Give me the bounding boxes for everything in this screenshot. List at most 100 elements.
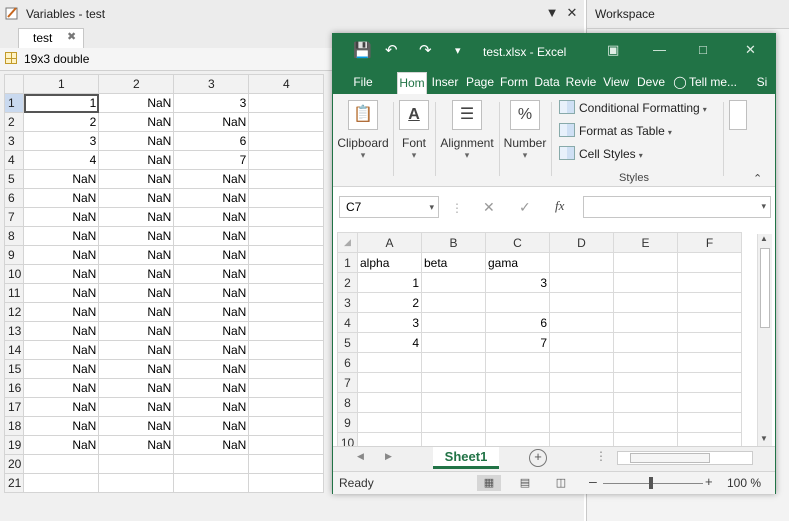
tab-data[interactable]: Data [533, 72, 561, 94]
worksheet-cell[interactable]: 7 [485, 332, 550, 353]
column-header[interactable]: E [613, 232, 678, 253]
grid-cell[interactable] [248, 264, 325, 284]
row-header[interactable]: 2 [3, 112, 25, 132]
grid-cell[interactable] [248, 473, 325, 493]
grid-cell[interactable] [248, 378, 325, 398]
maximize-icon[interactable]: □ [699, 42, 707, 57]
tab-review[interactable]: Revie [565, 72, 597, 94]
worksheet-cell[interactable] [485, 412, 550, 433]
row-header[interactable]: 5 [337, 332, 358, 353]
grid-cell[interactable] [248, 169, 325, 189]
zoom-level[interactable]: 100 % [727, 476, 761, 490]
grid-cell[interactable] [248, 340, 325, 360]
insert-function-icon[interactable]: fx [555, 198, 564, 214]
grid-cell[interactable]: NaN [23, 169, 100, 189]
row-header[interactable]: 10 [337, 432, 358, 446]
grid-cell[interactable]: NaN [98, 169, 175, 189]
grid-cell[interactable]: NaN [98, 359, 175, 379]
worksheet-cell[interactable]: gama [485, 252, 550, 273]
row-header[interactable]: 5 [3, 169, 25, 189]
grid-cell[interactable]: NaN [173, 245, 250, 265]
grid-cell[interactable]: NaN [23, 226, 100, 246]
worksheet-cell[interactable] [677, 412, 742, 433]
grid-cell[interactable]: NaN [173, 416, 250, 436]
column-header[interactable]: 3 [173, 74, 250, 94]
grid-cell[interactable] [248, 283, 325, 303]
row-header[interactable]: 6 [337, 352, 358, 373]
cell-styles-button[interactable]: Cell Styles ▾ [559, 144, 643, 164]
grid-cell[interactable]: NaN [98, 150, 175, 170]
worksheet-cell[interactable]: 2 [357, 292, 422, 313]
worksheet-cell[interactable] [485, 352, 550, 373]
scroll-up-icon[interactable]: ▲ [760, 234, 768, 243]
worksheet-cell[interactable] [549, 312, 614, 333]
row-header[interactable]: 15 [3, 359, 25, 379]
row-header[interactable]: 17 [3, 397, 25, 417]
worksheet-cell[interactable] [485, 392, 550, 413]
worksheet-cell[interactable]: 6 [485, 312, 550, 333]
formula-input[interactable]: ▾ [583, 196, 771, 218]
cancel-entry-icon[interactable]: ✕ [483, 199, 495, 216]
column-header[interactable]: 2 [98, 74, 175, 94]
worksheet-cell[interactable] [549, 432, 614, 446]
row-header[interactable]: 1 [3, 93, 25, 113]
grid-cell[interactable]: NaN [98, 207, 175, 227]
grid-cell[interactable]: NaN [173, 112, 250, 132]
row-header[interactable]: 9 [3, 245, 25, 265]
close-tab-icon[interactable]: ✖ [67, 30, 76, 43]
grid-cell[interactable]: NaN [23, 207, 100, 227]
worksheet-cell[interactable] [549, 272, 614, 293]
worksheet-cell[interactable] [421, 432, 486, 446]
grid-cell[interactable]: NaN [23, 302, 100, 322]
worksheet-cell[interactable] [613, 412, 678, 433]
page-break-view-icon[interactable]: ◫ [549, 475, 573, 491]
grid-cell[interactable]: NaN [173, 435, 250, 455]
worksheet-cell[interactable]: beta [421, 252, 486, 273]
worksheet-cell[interactable] [613, 292, 678, 313]
column-header[interactable]: A [357, 232, 422, 253]
grid-cell[interactable]: NaN [98, 416, 175, 436]
close-window-icon[interactable]: ✕ [745, 42, 756, 58]
horizontal-scroll-thumb[interactable] [630, 453, 710, 463]
grid-cell[interactable]: NaN [98, 435, 175, 455]
grid-cell[interactable] [248, 245, 325, 265]
grid-cell[interactable] [248, 397, 325, 417]
grid-cell[interactable]: NaN [98, 112, 175, 132]
worksheet-cell[interactable] [613, 332, 678, 353]
worksheet-cell[interactable] [421, 412, 486, 433]
grid-cell[interactable]: NaN [23, 359, 100, 379]
worksheet-cell[interactable] [613, 272, 678, 293]
worksheet-cell[interactable] [677, 432, 742, 446]
worksheet-cell[interactable] [485, 432, 550, 446]
row-header[interactable]: 18 [3, 416, 25, 436]
grid-cell[interactable] [248, 321, 325, 341]
worksheet-cell[interactable]: 3 [485, 272, 550, 293]
grid-cell[interactable]: NaN [98, 131, 175, 151]
worksheet-cell[interactable] [677, 292, 742, 313]
worksheet-cell[interactable] [677, 352, 742, 373]
zoom-out-icon[interactable]: – [589, 473, 597, 489]
grid-cell[interactable]: NaN [23, 416, 100, 436]
worksheet-cell[interactable] [677, 332, 742, 353]
worksheet-cell[interactable] [485, 372, 550, 393]
grid-cell[interactable] [248, 226, 325, 246]
redo-icon[interactable]: ↷ [419, 41, 432, 59]
tab-formulas[interactable]: Form [499, 72, 529, 94]
grid-cell[interactable] [248, 359, 325, 379]
page-layout-view-icon[interactable]: ▤ [513, 475, 537, 491]
tab-insert[interactable]: Inser [429, 72, 461, 94]
grid-cell[interactable]: NaN [98, 321, 175, 341]
close-panel-icon[interactable]: ✕ [564, 5, 580, 21]
column-header[interactable]: D [549, 232, 614, 253]
worksheet-cell[interactable] [613, 352, 678, 373]
row-header[interactable]: 12 [3, 302, 25, 322]
grid-cell[interactable]: 4 [23, 150, 100, 170]
grid-cell[interactable] [23, 473, 100, 493]
grid-cell[interactable] [248, 207, 325, 227]
worksheet-cell[interactable] [549, 252, 614, 273]
tab-view[interactable]: View [601, 72, 631, 94]
grid-cell[interactable] [248, 188, 325, 208]
worksheet-cell[interactable] [549, 292, 614, 313]
row-header[interactable]: 4 [337, 312, 358, 333]
grid-cell[interactable]: NaN [23, 245, 100, 265]
